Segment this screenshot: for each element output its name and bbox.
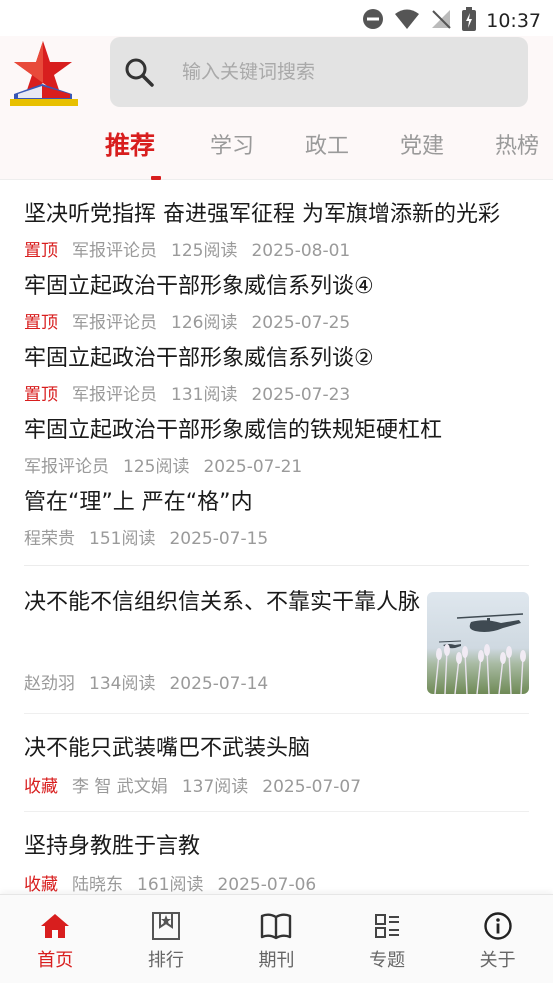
nav-label: 首页 [37,950,74,971]
article-reads: 134阅读 [89,674,156,694]
favorite-tag: 收藏 [24,777,58,797]
article-date: 2025-07-06 [217,875,317,894]
article-meta: 置顶 军报评论员 126阅读 2025-07-25 [24,309,533,337]
content-feed[interactable]: 坚决听党指挥 奋进强军征程 为军旗增添新的光彩 置顶 军报评论员 125阅读 2025… [0,181,553,894]
do-not-disturb-icon [362,8,384,34]
article-meta: 程荣贵 151阅读 2025-07-15 [24,525,533,553]
article-thumbnail[interactable] [427,592,529,694]
article-author: 赵劲羽 [24,674,75,694]
nav-label: 排行 [147,950,184,971]
status-icons: 10:37 [362,7,541,35]
article-reads: 151阅读 [89,529,156,549]
article-title: 决不能不信组织信关系、不靠实干靠人脉 [24,590,421,615]
pinned-tag: 置顶 [24,313,58,333]
nav-ranking[interactable]: 排行 [111,895,222,983]
pinned-item[interactable]: 牢固立起政治干部形象威信系列谈④ 置顶 军报评论员 126阅读 2025-07-25 [24,267,533,337]
article-reads: 161阅读 [137,875,204,894]
article-meta: 军报评论员 125阅读 2025-07-21 [24,453,533,481]
article-title: 坚决听党指挥 奋进强军征程 为军旗增添新的光彩 [24,202,500,227]
article-author: 军报评论员 [72,313,157,333]
article-meta: 赵劲羽 134阅读 2025-07-14 [24,669,282,694]
category-tabs: 推荐 学习 政工 党建 热榜 [0,114,553,180]
pinned-item[interactable]: 管在“理”上 严在“格”内 程荣贵 151阅读 2025-07-15 [24,483,533,553]
article-reads: 137阅读 [181,777,249,797]
ranking-icon [150,910,182,942]
nav-journal[interactable]: 期刊 [221,895,332,983]
article-title: 牢固立起政治干部形象威信系列谈④ [24,274,374,299]
status-bar: 10:37 [0,0,553,36]
status-time: 10:37 [486,10,541,32]
active-tab-indicator [151,176,161,180]
article-reads: 126阅读 [171,313,238,333]
search-input[interactable] [182,61,502,83]
article-author: 李 智 武文娟 [72,777,168,797]
article-meta: 置顶 军报评论员 125阅读 2025-08-01 [24,237,533,265]
tab-study[interactable]: 学习 [210,128,254,160]
no-signal-icon [430,8,452,34]
article-date: 2025-08-01 [251,241,351,261]
tab-recommend[interactable]: 推荐 [105,126,155,162]
tab-party-building[interactable]: 党建 [400,128,444,160]
article-reads: 131阅读 [171,385,238,405]
article-meta: 收藏李 智 武文娟 137阅读 2025-07-07 [24,772,529,797]
search-box[interactable] [110,37,528,107]
nav-label: 专题 [369,950,406,971]
search-icon [124,57,154,87]
battery-charging-icon [462,7,477,35]
home-icon [39,910,71,942]
tab-political-work[interactable]: 政工 [305,128,349,160]
article-title: 牢固立起政治干部形象威信系列谈② [24,346,374,371]
article-author: 程荣贵 [24,529,75,549]
book-icon [260,910,292,942]
pinned-item[interactable]: 牢固立起政治干部形象威信系列谈② 置顶 军报评论员 131阅读 2025-07-23 [24,339,533,409]
article-date: 2025-07-07 [262,777,362,797]
pinned-tag: 置顶 [24,385,58,405]
article-author: 军报评论员 [72,241,157,261]
app-logo[interactable] [8,38,78,108]
pinned-tag: 置顶 [24,241,58,261]
article-author: 军报评论员 [72,385,157,405]
header [0,36,553,114]
article-author: 陆晓东 [72,875,123,894]
article-date: 2025-07-15 [169,529,269,549]
article-meta: 置顶 军报评论员 131阅读 2025-07-23 [24,381,533,409]
tab-hot-list[interactable]: 热榜 [495,128,539,160]
article-author: 军报评论员 [24,457,109,477]
favorite-tag: 收藏 [24,875,58,894]
pinned-item[interactable]: 坚决听党指挥 奋进强军征程 为军旗增添新的光彩 置顶 军报评论员 125阅读 2025… [24,195,533,265]
article-title: 决不能只武装嘴巴不武装头脑 [24,736,311,761]
article-reads: 125阅读 [171,241,238,261]
nav-about[interactable]: 关于 [442,895,553,983]
article-item[interactable]: 坚持身教胜于言教 收藏 陆晓东 161阅读 2025-07-06 [24,812,529,894]
nav-home[interactable]: 首页 [0,895,111,983]
topics-icon [371,910,403,942]
article-item[interactable]: 决不能不信组织信关系、不靠实干靠人脉 赵劲羽 134阅读 2025-07-14 [24,566,529,714]
article-title: 牢固立起政治干部形象威信的铁规矩硬杠杠 [24,418,443,443]
article-item[interactable]: 决不能只武装嘴巴不武装头脑 收藏李 智 武文娟 137阅读 2025-07-07 [24,714,529,812]
article-date: 2025-07-21 [203,457,303,477]
nav-topics[interactable]: 专题 [332,895,443,983]
pinned-item[interactable]: 牢固立起政治干部形象威信的铁规矩硬杠杠 军报评论员 125阅读 2025-07-21 [24,411,533,481]
article-date: 2025-07-25 [251,313,351,333]
article-title: 坚持身教胜于言教 [24,834,201,859]
article-date: 2025-07-23 [251,385,351,405]
wifi-icon [394,8,420,34]
bottom-nav: 首页 排行 期刊 专题 关于 [0,894,553,983]
article-meta: 收藏 陆晓东 161阅读 2025-07-06 [24,870,529,894]
article-reads: 125阅读 [123,457,190,477]
nav-label: 期刊 [258,950,295,971]
article-title: 管在“理”上 严在“格”内 [24,490,253,515]
nav-label: 关于 [479,950,516,971]
article-date: 2025-07-14 [169,674,269,694]
pinned-list: 坚决听党指挥 奋进强军征程 为军旗增添新的光彩 置顶 军报评论员 125阅读 2025… [0,181,553,553]
info-icon [482,910,514,942]
